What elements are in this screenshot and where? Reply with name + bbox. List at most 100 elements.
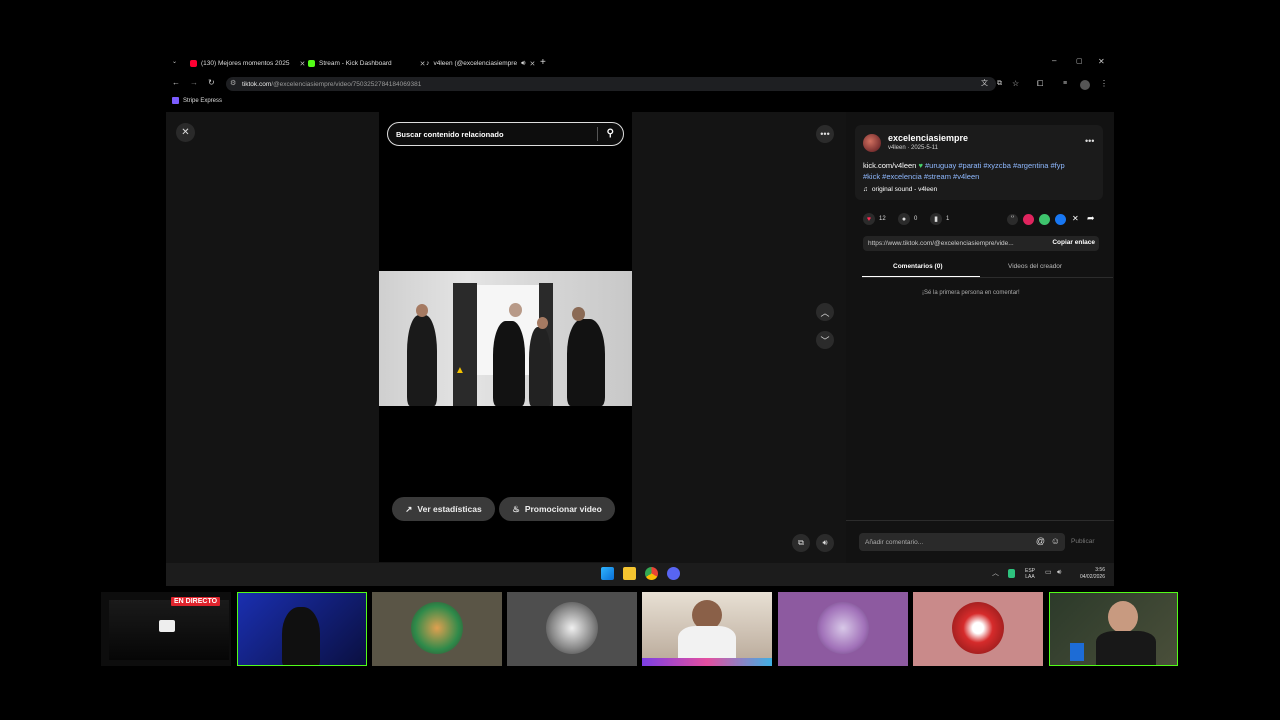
translate-icon[interactable]: 文 bbox=[981, 80, 988, 87]
new-tab-icon[interactable]: + bbox=[540, 57, 546, 68]
heart-icon: ♥ bbox=[863, 213, 875, 225]
creator-subline: v4leen · 2025-5-11 bbox=[888, 145, 938, 151]
clock[interactable]: 3:56 04/02/2026 bbox=[1071, 567, 1105, 581]
profile-avatar[interactable] bbox=[1080, 80, 1090, 90]
bookmark-label: Stripe Express bbox=[183, 97, 223, 104]
tab-label: Stream - Kick Dashboard bbox=[319, 60, 392, 67]
like-button[interactable]: ♥ 12 bbox=[863, 213, 886, 225]
back-icon[interactable]: ← bbox=[172, 79, 180, 87]
tab-youtube[interactable]: (130) Mejores momentos 2025 ✕ bbox=[190, 55, 305, 72]
view-stats-button[interactable]: ↗ Ver estadísticas bbox=[392, 497, 495, 521]
emoji-icon[interactable]: ☺ bbox=[1051, 536, 1060, 546]
embed-icon[interactable]: ‹› bbox=[1007, 214, 1018, 225]
x-icon[interactable]: ✕ bbox=[1072, 214, 1079, 223]
close-tab-icon[interactable]: ✕ bbox=[529, 60, 535, 68]
address-bar[interactable]: ⚙ tiktok.com/@excelenciasiempre/video/75… bbox=[226, 77, 996, 91]
empty-comments-text: ¡Sé la primera persona en comentar! bbox=[922, 290, 1020, 296]
next-video-button[interactable]: ﹀ bbox=[816, 331, 834, 349]
creator-username[interactable]: excelenciasiempre bbox=[888, 133, 968, 143]
tray-expand-icon[interactable]: ︿ bbox=[992, 570, 999, 577]
comment-divider bbox=[846, 520, 1114, 521]
tab-kick-dashboard[interactable]: Stream - Kick Dashboard ✕ bbox=[308, 55, 426, 72]
minimize-icon[interactable]: – bbox=[1052, 57, 1056, 65]
more-icon: ••• bbox=[820, 129, 830, 139]
live-badge: EN DIRECTO bbox=[171, 597, 221, 606]
promote-video-button[interactable]: ♨ Promocionar video bbox=[499, 497, 615, 521]
person-2-head bbox=[509, 303, 522, 317]
close-tab-icon[interactable]: ✕ bbox=[420, 60, 426, 68]
bookmark-star-icon[interactable]: ☆ bbox=[1012, 80, 1019, 88]
tray-app-icon[interactable] bbox=[1008, 569, 1015, 578]
windows-start-icon[interactable] bbox=[601, 567, 614, 580]
person-3-head bbox=[537, 317, 548, 329]
forward-icon[interactable]: → bbox=[190, 79, 198, 87]
extensions-icon[interactable]: ⧠ bbox=[1037, 80, 1043, 88]
menu-icon[interactable]: ⋮ bbox=[1100, 80, 1108, 88]
post-description: kick.com/v4leen ♥ #uruguay #parati #xyzc… bbox=[863, 161, 1103, 182]
mention-icon[interactable]: @ bbox=[1036, 536, 1045, 546]
music-note-icon: ♫ bbox=[863, 186, 868, 193]
creator-avatar[interactable] bbox=[863, 134, 881, 152]
language-bottom: LAA bbox=[1025, 574, 1035, 580]
whatsapp-icon[interactable] bbox=[1039, 214, 1050, 225]
copy-link-button[interactable]: Copiar enlace bbox=[1052, 239, 1095, 246]
facebook-icon[interactable] bbox=[1055, 214, 1066, 225]
tab-tiktok[interactable]: ♪ v4leen (@excelenciasiempre 🔊︎ ✕ bbox=[426, 55, 535, 72]
tab-creator-videos[interactable]: Videos del creador bbox=[1008, 263, 1062, 270]
video-frame[interactable]: ▲ bbox=[379, 271, 632, 406]
previous-video-button[interactable]: ︿ bbox=[816, 303, 834, 321]
like-count: 12 bbox=[879, 216, 886, 222]
bookmark-stripe[interactable]: Stripe Express bbox=[172, 97, 222, 104]
publish-button[interactable]: Publicar bbox=[1071, 538, 1094, 545]
hashtags-line-1[interactable]: #uruguay #parati #xyzcba #argentina #fyp bbox=[925, 161, 1065, 170]
participant-avatar bbox=[546, 602, 598, 654]
participant-avatar bbox=[411, 602, 463, 654]
network-icon[interactable]: ▭ bbox=[1045, 569, 1052, 576]
repost-icon[interactable] bbox=[1023, 214, 1034, 225]
discord-icon[interactable] bbox=[667, 567, 680, 580]
sound-link[interactable]: ♫ original sound - v4leen bbox=[863, 186, 937, 193]
close-tab-icon[interactable]: ✕ bbox=[300, 60, 306, 68]
bookmark-icon: ▮ bbox=[930, 213, 942, 225]
share-arrow-icon[interactable]: ➦ bbox=[1087, 213, 1095, 224]
desc-link[interactable]: kick.com/v4leen bbox=[863, 161, 916, 170]
more-options-button[interactable]: ••• bbox=[816, 125, 834, 143]
speaker-icon[interactable]: 🔊︎ bbox=[1057, 569, 1061, 576]
chrome-icon[interactable] bbox=[645, 567, 658, 580]
cast-icon[interactable]: ⧉ bbox=[997, 80, 1002, 87]
chevron-up-icon: ︿ bbox=[820, 307, 830, 318]
participant-silhouette bbox=[282, 607, 320, 665]
clock-date: 04/02/2026 bbox=[1079, 574, 1105, 580]
site-info-icon[interactable]: ⚙ bbox=[230, 79, 236, 87]
maximize-icon[interactable]: ▢ bbox=[1076, 58, 1083, 65]
webcam-participant-7 bbox=[1049, 592, 1178, 666]
close-player-button[interactable]: ✕ bbox=[176, 123, 195, 142]
search-divider bbox=[597, 127, 598, 141]
post-more-icon[interactable]: ••• bbox=[1085, 136, 1094, 146]
volume-icon: 🔊︎ bbox=[822, 538, 828, 547]
webcam-participant-5 bbox=[778, 592, 908, 666]
close-window-icon[interactable]: ✕ bbox=[1098, 58, 1105, 66]
media-icon[interactable]: ≡ bbox=[1063, 80, 1067, 87]
browser-tab-bar: ⌄ (130) Mejores momentos 2025 ✕ Stream -… bbox=[166, 55, 1114, 72]
comment-input[interactable]: Añadir comentario... @ ☺ bbox=[859, 533, 1065, 551]
volume-button[interactable]: 🔊︎ bbox=[816, 534, 834, 552]
green-heart-icon: ♥ bbox=[918, 161, 923, 170]
youtube-icon bbox=[190, 60, 197, 67]
chart-icon: ↗ bbox=[405, 503, 413, 514]
search-icon[interactable]: ⚲ bbox=[607, 128, 614, 139]
tabs-divider bbox=[862, 277, 1113, 278]
floating-player-button[interactable]: ⧉ bbox=[792, 534, 810, 552]
related-search-input[interactable]: Buscar contenido relacionado ⚲ bbox=[387, 122, 624, 146]
comment-button[interactable]: ● 0 bbox=[898, 213, 917, 225]
save-button[interactable]: ▮ 1 bbox=[930, 213, 949, 225]
hashtags-line-2[interactable]: #kick #excelencia #stream #v4leen bbox=[863, 172, 979, 181]
file-explorer-icon[interactable] bbox=[623, 567, 636, 580]
monitor-icon bbox=[159, 620, 175, 632]
tab-list-icon[interactable]: ⌄ bbox=[172, 59, 177, 65]
tab-comments[interactable]: Comentarios (0) bbox=[893, 263, 942, 270]
webcam-participant-2 bbox=[372, 592, 502, 666]
language-indicator[interactable]: ESP LAA bbox=[1025, 568, 1035, 580]
reload-icon[interactable]: ↻ bbox=[208, 79, 215, 87]
person-4-head bbox=[572, 307, 585, 321]
